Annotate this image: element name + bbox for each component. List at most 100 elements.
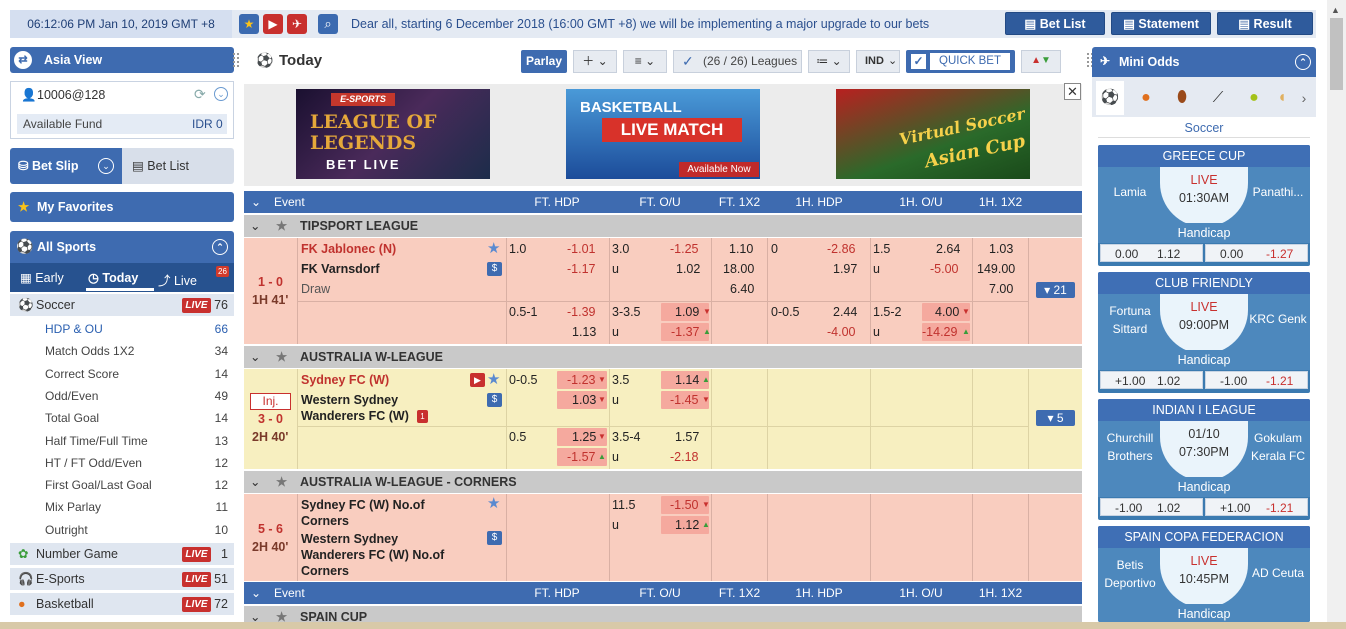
odds[interactable]: -1.23 <box>567 370 596 390</box>
sidebar-subitem[interactable]: First Goal/Last Goal 12 <box>10 474 234 496</box>
sidebar-subitem[interactable]: Mix Parlay 11 <box>10 496 234 518</box>
chevron-down-icon[interactable]: ⌄ <box>250 471 260 493</box>
star-icon[interactable]: ★ <box>487 494 500 514</box>
odds[interactable]: -4.00 <box>827 322 856 342</box>
home-team[interactable]: Sydney FC (W) <box>301 370 389 390</box>
chevron-right-icon[interactable]: › <box>1296 81 1312 115</box>
rocket-icon[interactable]: ✈ <box>287 14 307 34</box>
chevron-down-icon[interactable]: ⌄ <box>250 606 260 622</box>
basketball-icon[interactable]: ● <box>1132 81 1160 115</box>
chevron-down-icon[interactable]: ⌄ <box>214 87 228 101</box>
odds[interactable]: 1.57 <box>675 427 699 447</box>
sport-number-game[interactable]: ✿ Number Game LIVE 1 <box>10 543 234 565</box>
star-icon[interactable]: ★ <box>276 606 287 622</box>
refresh-icon[interactable]: ⟳ <box>194 86 206 103</box>
sidebar-subitem[interactable]: Match Odds 1X2 34 <box>10 340 234 362</box>
sidebar-subitem[interactable]: HT / FT Odd/Even 12 <box>10 452 234 474</box>
banner-basketball-live[interactable]: BASKETBALL LIVE MATCH Available Now <box>566 89 760 179</box>
away-team[interactable]: Wanderers FC (W) <box>301 406 409 426</box>
odds[interactable]: 1.10 <box>729 239 753 259</box>
star-icon[interactable]: ★ <box>276 346 287 368</box>
sidebar-subitem[interactable]: Outright 10 <box>10 519 234 541</box>
star-icon[interactable]: ★ <box>276 471 287 493</box>
card-away-odds[interactable]: +1.00 -1.21 <box>1205 498 1308 516</box>
collapse-handle[interactable] <box>233 53 239 67</box>
sidebar-subitem[interactable]: Odd/Even 49 <box>10 385 234 407</box>
more-markets-button[interactable]: ▾ 5 <box>1036 410 1075 426</box>
odds[interactable]: 1.25 <box>572 427 596 447</box>
tab-live[interactable]: ⤴ Live <box>158 270 197 289</box>
odds[interactable]: 6.40 <box>730 279 754 299</box>
odds[interactable]: -1.45 <box>670 390 699 410</box>
odds[interactable]: 1.02 <box>676 259 700 279</box>
stats-icon[interactable]: $ <box>487 393 502 407</box>
chevron-down-icon[interactable]: ⌄ <box>98 158 114 174</box>
tab-today[interactable]: ◷ Today <box>88 270 138 285</box>
odds[interactable]: -14.29 <box>922 322 957 342</box>
odds[interactable]: 1.03 <box>572 390 596 410</box>
mini-odds-card[interactable]: CLUB FRIENDLY Fortuna Sittard KRC Genk L… <box>1098 272 1310 393</box>
odds[interactable]: 1.12 <box>675 515 699 535</box>
odds[interactable]: 1.13 <box>572 322 596 342</box>
bet-list-tab[interactable]: ▤ Bet List <box>122 148 234 184</box>
odds[interactable]: -1.17 <box>567 259 596 279</box>
parlay-button[interactable]: Parlay <box>521 50 567 73</box>
odds[interactable]: 7.00 <box>989 279 1013 299</box>
sport-soccer[interactable]: ⚽ Soccer LIVE 76 <box>10 294 234 316</box>
mini-odds-header[interactable]: ✈ Mini Odds ⌃ <box>1092 47 1316 77</box>
odds[interactable]: -5.00 <box>930 259 959 279</box>
star-icon[interactable]: ★ <box>487 239 500 259</box>
card-away-odds[interactable]: -1.00 -1.21 <box>1205 371 1308 389</box>
chevron-down-icon[interactable]: ⌄ <box>250 215 260 237</box>
card-home-odds[interactable]: 0.00 1.12 <box>1100 244 1203 262</box>
result-button[interactable]: ▤ Result <box>1217 12 1313 35</box>
odds[interactable]: 18.00 <box>723 259 754 279</box>
league-header[interactable]: ⌄ ★ AUSTRALIA W-LEAGUE - CORNERS <box>244 471 1082 493</box>
card-away-odds[interactable]: 0.00 -1.27 <box>1205 244 1308 262</box>
odds[interactable]: -2.18 <box>670 447 699 467</box>
sidebar-subitem[interactable]: Correct Score 14 <box>10 363 234 385</box>
home-team[interactable]: FK Jablonec (N) <box>301 239 396 259</box>
odds[interactable]: -1.57 <box>567 447 596 467</box>
league-header[interactable]: ⌄ ★ TIPSPORT LEAGUE <box>244 215 1082 237</box>
banner-virtual-soccer[interactable]: Virtual Soccer Asian Cup <box>836 89 1030 179</box>
view-mode-button[interactable]: ≔ ⌄ <box>808 50 850 73</box>
play-icon[interactable]: ▶ <box>263 14 283 34</box>
odds[interactable]: 2.44 <box>833 302 857 322</box>
odds[interactable]: -1.37 <box>671 322 700 342</box>
sport-e-sports[interactable]: 🎧 E-Sports LIVE 51 <box>10 568 234 590</box>
odds[interactable]: -1.39 <box>567 302 596 322</box>
odds[interactable]: 2.64 <box>936 239 960 259</box>
live-stream-icon[interactable]: ▶ <box>470 373 485 387</box>
soccer-icon[interactable]: ⚽ <box>1096 81 1124 115</box>
chevron-up-icon[interactable]: ⌃ <box>1295 54 1311 70</box>
odds[interactable]: 1.03 <box>989 239 1013 259</box>
bet-slip-tab[interactable]: ⛁ Bet Slip ⌄ <box>10 148 122 184</box>
tennis-icon[interactable]: ● <box>1240 81 1268 115</box>
more-markets-button[interactable]: ▾ 21 <box>1036 282 1075 298</box>
odds[interactable]: -1.25 <box>670 239 699 259</box>
all-sports-header[interactable]: ⚽ All Sports ⌃ <box>10 231 234 263</box>
odds[interactable]: 4.00 <box>935 302 959 322</box>
sidebar-subitem[interactable]: HDP & OU 66 <box>10 318 234 340</box>
odds[interactable]: 1.97 <box>833 259 857 279</box>
sport-basketball[interactable]: ● Basketball LIVE 72 <box>10 593 234 615</box>
odds-type-select[interactable]: IND ⌄ <box>856 50 900 73</box>
bet-list-button[interactable]: ▤ Bet List <box>1005 12 1105 35</box>
scroll-up-icon[interactable]: ▲ <box>1331 5 1340 15</box>
mini-odds-card[interactable]: GREECE CUP Lamia Panathi... LIVE 01:30AM … <box>1098 145 1310 266</box>
odds[interactable]: 1.09 <box>675 302 699 322</box>
mini-odds-card[interactable]: INDIAN I LEAGUE Churchill Brothers Gokul… <box>1098 399 1310 520</box>
chevron-down-icon[interactable]: ⌄ <box>250 346 260 368</box>
sort-odds-icon[interactable]: ▲▼ <box>1021 50 1061 73</box>
star-icon[interactable]: ★ <box>487 370 500 390</box>
card-home-odds[interactable]: -1.00 1.02 <box>1100 498 1203 516</box>
search-icon[interactable]: ⌕ <box>318 14 338 34</box>
odds[interactable]: -2.86 <box>827 239 856 259</box>
stats-icon[interactable]: $ <box>487 531 502 545</box>
baseball-icon[interactable]: ◖ <box>1272 81 1292 115</box>
mini-odds-card[interactable]: SPAIN COPA FEDERACION Betis Deportivo AD… <box>1098 526 1310 622</box>
add-button[interactable]: ＋ ⌄ <box>573 50 617 73</box>
odds[interactable]: -1.01 <box>567 239 596 259</box>
card-home-odds[interactable]: +1.00 1.02 <box>1100 371 1203 389</box>
